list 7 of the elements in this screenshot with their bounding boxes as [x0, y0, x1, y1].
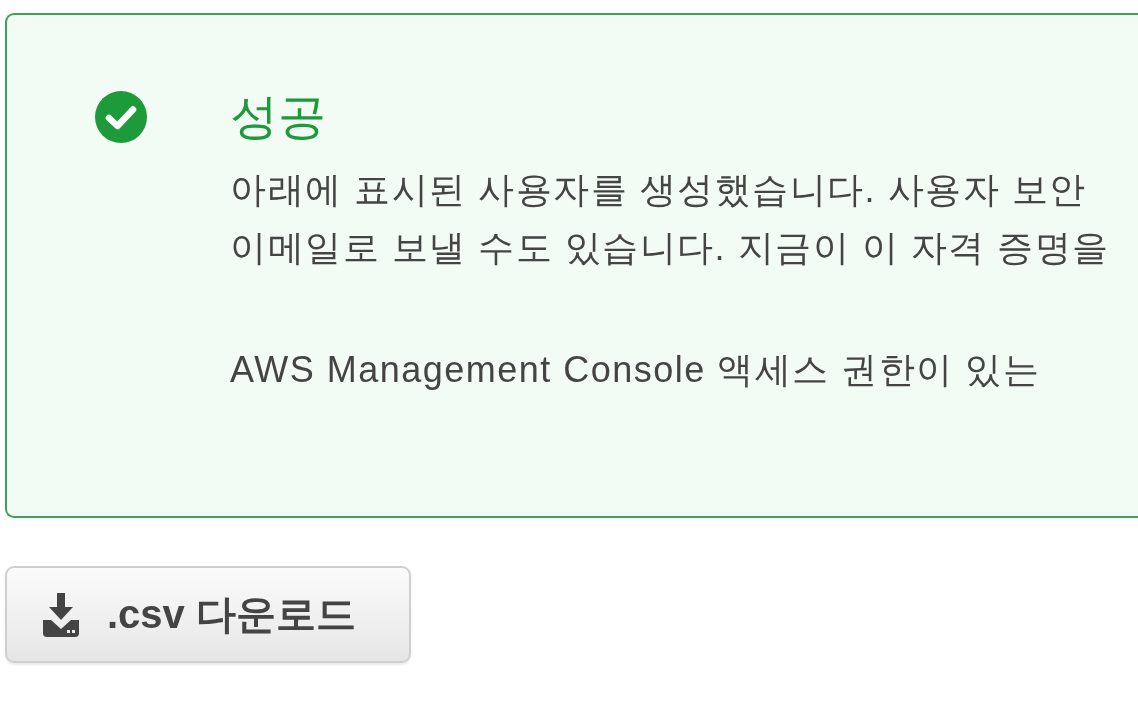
message-text: AWS Management Console 액세스 권한이 있는	[230, 348, 1042, 392]
message-text: 이메일로 보낼 수도 있습니다. 지금이 이 자격 증명을	[230, 226, 1110, 270]
check-circle-icon	[95, 91, 147, 143]
download-csv-button[interactable]: .csv 다운로드	[5, 566, 411, 663]
message-text: 아래에 표시된 사용자를 생성했습니다. 사용자 보안	[230, 168, 1088, 212]
download-icon	[43, 592, 79, 637]
alert-title: 성공	[230, 89, 327, 145]
